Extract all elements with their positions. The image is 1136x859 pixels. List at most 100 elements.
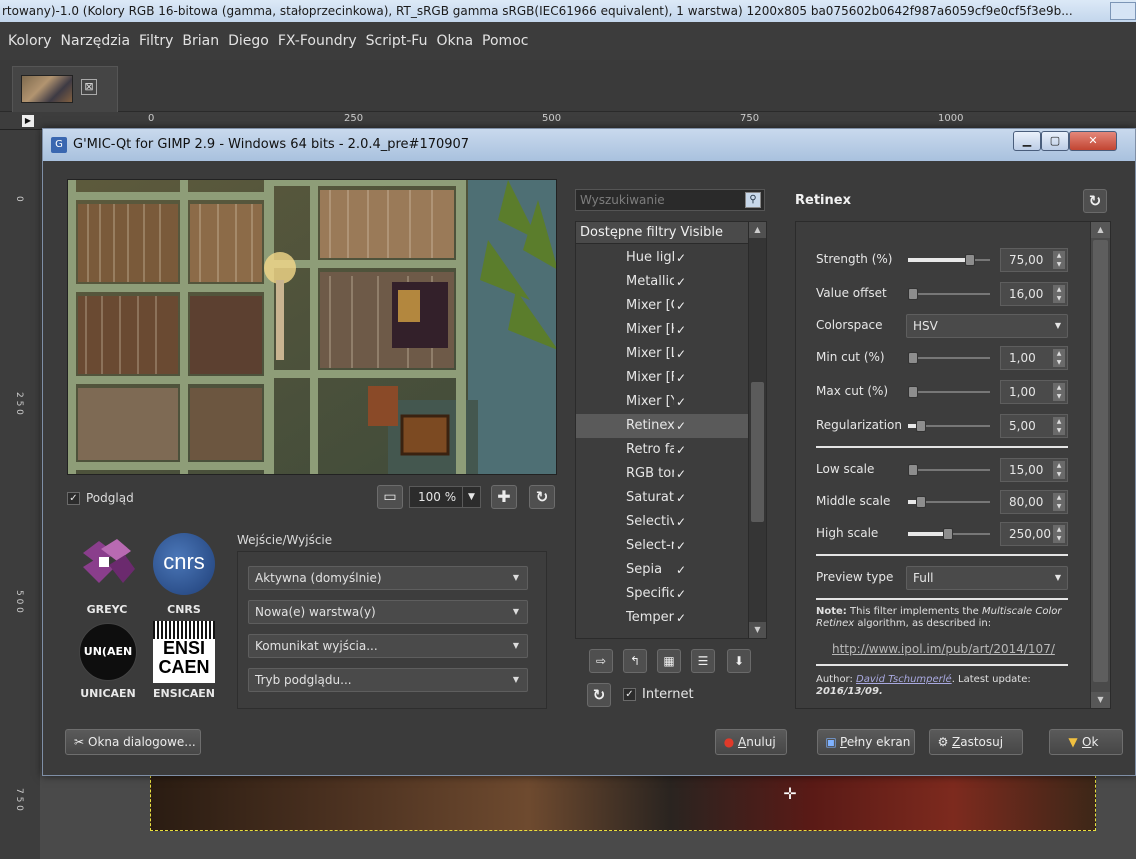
slider-handle[interactable] [908,386,918,398]
filter-visible-checkbox[interactable]: ✓ [676,270,688,294]
filter-visible-checkbox[interactable]: ✓ [676,582,688,606]
menu-narzedzia[interactable]: Narzędzia [61,33,130,49]
low-scale-slider[interactable] [908,464,990,476]
filter-tree-header[interactable]: Dostępne filtry Visible [576,222,748,244]
filter-visible-checkbox[interactable]: ✓ [676,366,688,390]
ok-button[interactable]: ▼ Ok [1049,729,1123,755]
filter-visible-checkbox[interactable]: ✓ [676,486,688,510]
gimp-minimize-button[interactable] [1110,2,1136,20]
maximize-button[interactable]: ▢ [1041,131,1069,151]
filter-item[interactable]: Retro fa ✓ [576,438,748,462]
minimize-button[interactable]: ▁ [1013,131,1041,151]
preview-checkbox-box[interactable]: ✓ [67,491,80,505]
regularization-slider[interactable] [908,420,990,432]
filter-item[interactable]: Sepia ✓ [576,558,748,582]
output-mode-combo[interactable]: Nowa(e) warstwa(y) ▼ [248,600,528,624]
filter-visible-checkbox[interactable]: ✓ [676,534,688,558]
slider-handle[interactable] [908,288,918,300]
spinner-arrows-icon[interactable]: ▲ ▼ [1053,417,1065,435]
filter-item[interactable]: Mixer [F ✓ [576,366,748,390]
remove-favorite-button[interactable]: ↰ [623,649,647,673]
filter-tree[interactable]: Dostępne filtry Visible Hue ligh✓Metalli… [575,221,767,639]
menu-filtry[interactable]: Filtry [139,33,173,49]
preview-type-combo[interactable]: Full ▼ [906,566,1068,590]
apply-button[interactable]: ⚙ Zastosuj [929,729,1023,755]
zoom-combo[interactable]: 100 % ▼ [409,486,481,508]
scroll-thumb[interactable] [751,382,764,522]
image-tab[interactable]: ⊠ [12,66,118,112]
menu-brian[interactable]: Brian [182,33,219,49]
filter-search-input[interactable]: Wyszukiwanie ⚲ [575,189,765,211]
high-scale-slider[interactable] [908,528,990,540]
min-cut-spinbox[interactable]: 1,00 ▲ ▼ [1000,346,1068,370]
spinner-arrows-icon[interactable]: ▲ ▼ [1053,251,1065,269]
rename-favorite-button[interactable]: ▦ [657,649,681,673]
strength-slider[interactable] [908,254,990,266]
filter-item[interactable]: Select-r ✓ [576,534,748,558]
value-offset-spinbox[interactable]: 16,00 ▲ ▼ [1000,282,1068,306]
filter-visible-checkbox[interactable]: ✓ [676,462,688,486]
internet-checkbox[interactable]: ✓ Internet [623,687,694,702]
preview-mode-combo[interactable]: Tryb podglądu... ▼ [248,668,528,692]
filter-visible-checkbox[interactable]: ✓ [676,246,688,270]
menu-fx-foundry[interactable]: FX-Foundry [278,33,357,49]
internet-refresh-button[interactable]: ↻ [587,683,611,707]
search-icon[interactable]: ⚲ [745,192,761,208]
slider-handle[interactable] [916,420,926,432]
regularization-spinbox[interactable]: 5,00 ▲ ▼ [1000,414,1068,438]
input-layers-combo[interactable]: Aktywna (domyślnie) ▼ [248,566,528,590]
filter-visible-checkbox[interactable]: ✓ [676,414,688,438]
slider-handle[interactable] [908,464,918,476]
scroll-up-icon[interactable]: ▲ [1091,222,1110,238]
filter-item[interactable]: Hue ligh✓ [576,246,748,270]
close-tab-icon[interactable]: ⊠ [81,79,97,95]
spinner-arrows-icon[interactable]: ▲ ▼ [1053,349,1065,367]
author-link[interactable]: David Tschumperlé [856,674,952,685]
scroll-up-icon[interactable]: ▲ [749,222,766,238]
menu-script-fu[interactable]: Script-Fu [366,33,428,49]
menu-diego[interactable]: Diego [228,33,269,49]
spinner-arrows-icon[interactable]: ▲ ▼ [1053,525,1065,543]
filter-item[interactable]: RGB tor ✓ [576,462,748,486]
filter-visible-checkbox[interactable]: ✓ [676,606,688,630]
filter-item[interactable]: Mixer [C✓ [576,294,748,318]
filter-item[interactable]: Metallic ✓ [576,270,748,294]
scroll-thumb[interactable] [1093,240,1108,682]
spinner-arrows-icon[interactable]: ▲ ▼ [1053,493,1065,511]
filter-item[interactable]: Mixer [H✓ [576,318,748,342]
preview-checkbox[interactable]: ✓ Podgląd [67,491,134,505]
zoom-in-button[interactable]: ✚ [491,485,517,509]
filter-visible-checkbox[interactable]: ✓ [676,558,688,582]
slider-handle[interactable] [965,254,975,266]
dialogs-button[interactable]: ✂ Okna dialogowe... [65,729,201,755]
value-offset-slider[interactable] [908,288,990,300]
preview-image[interactable] [67,179,557,475]
filter-item[interactable]: Retinex ✓ [576,414,748,438]
slider-handle[interactable] [943,528,953,540]
download-filters-button[interactable]: ⬇ [727,649,751,673]
filter-item[interactable]: Mixer [L ✓ [576,342,748,366]
ipol-link[interactable]: http://www.ipol.im/pub/art/2014/107/ [832,642,1055,656]
filter-visible-checkbox[interactable]: ✓ [676,438,688,462]
toggle-visibility-button[interactable]: ☰ [691,649,715,673]
max-cut-slider[interactable] [908,386,990,398]
cancel-button[interactable]: ● Anuluj [715,729,787,755]
filter-visible-checkbox[interactable]: ✓ [676,342,688,366]
filter-item[interactable]: Saturat ✓ [576,486,748,510]
reset-parameters-button[interactable]: ↻ [1083,189,1107,213]
filter-visible-checkbox[interactable]: ✓ [676,318,688,342]
scroll-down-icon[interactable]: ▼ [1091,692,1110,708]
spinner-arrows-icon[interactable]: ▲ ▼ [1053,285,1065,303]
filter-visible-checkbox[interactable]: ✓ [676,390,688,414]
max-cut-spinbox[interactable]: 1,00 ▲ ▼ [1000,380,1068,404]
zoom-out-button[interactable]: ▭ [377,485,403,509]
middle-scale-spinbox[interactable]: 80,00 ▲ ▼ [1000,490,1068,514]
close-button[interactable]: ✕ [1069,131,1117,151]
filter-item[interactable]: Selectiv ✓ [576,510,748,534]
internet-checkbox-box[interactable]: ✓ [623,688,636,701]
image-canvas[interactable] [150,775,1096,831]
menu-okna[interactable]: Okna [436,33,473,49]
menu-kolory[interactable]: Kolory [8,33,52,49]
spinner-arrows-icon[interactable]: ▲ ▼ [1053,461,1065,479]
filter-item[interactable]: Specific ✓ [576,582,748,606]
